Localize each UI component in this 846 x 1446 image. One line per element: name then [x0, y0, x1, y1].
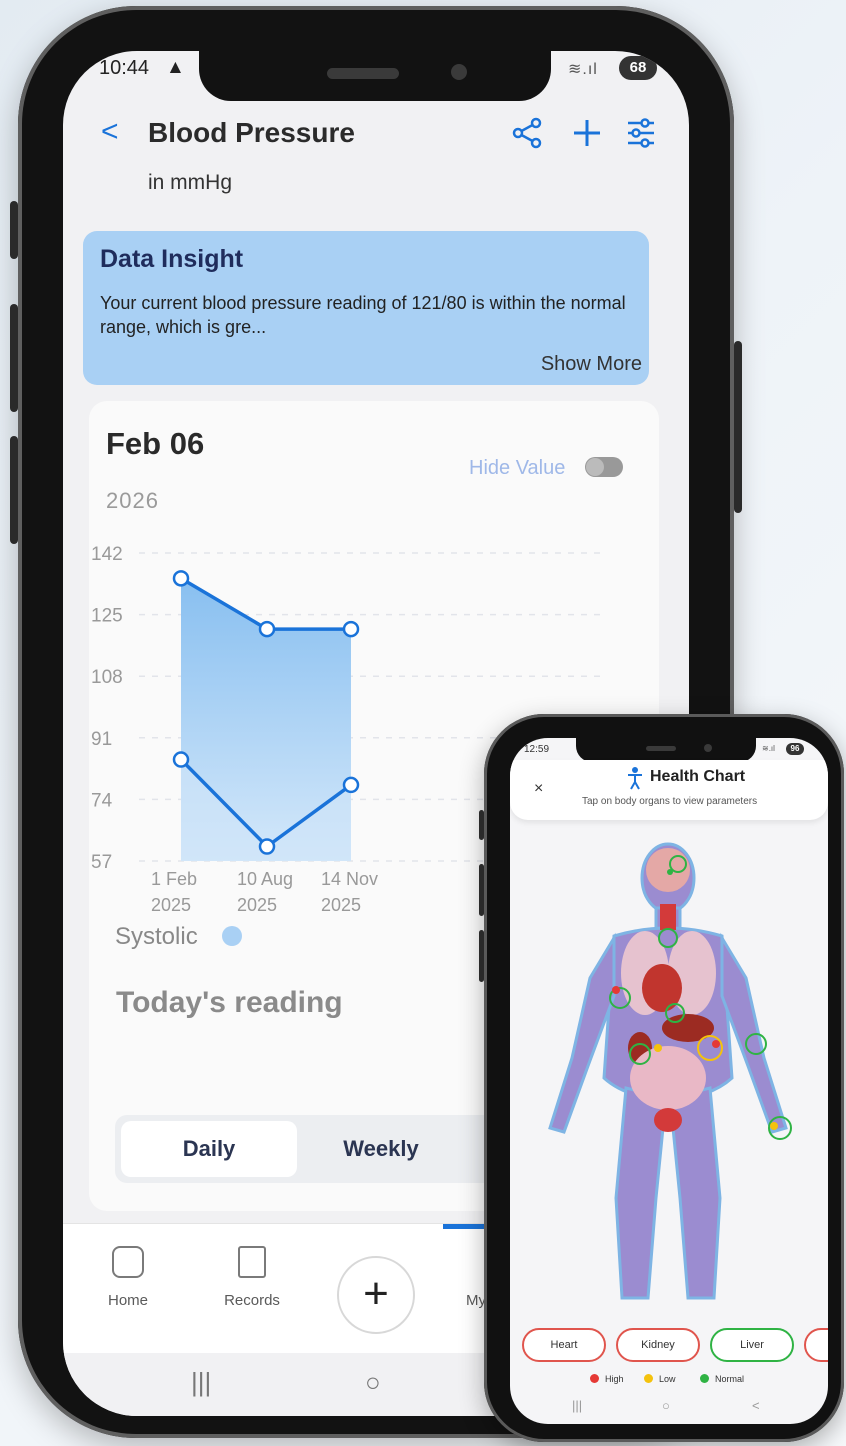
legend-label-systolic: Systolic [115, 923, 198, 950]
y-tick-label: 57 [91, 852, 112, 873]
volume-down-button [479, 930, 484, 982]
nav-home-label: Home [107, 1292, 148, 1309]
marker-normal-dot [667, 869, 673, 875]
legend-normal: Normal [700, 1374, 744, 1384]
data-point [342, 620, 360, 638]
y-tick-label: 125 [91, 606, 123, 627]
data-point [172, 570, 190, 587]
organ-button-heart[interactable]: Heart [522, 1328, 606, 1362]
status-time: 12:59 [524, 744, 550, 755]
warning-icon: ▲ [166, 57, 185, 78]
back-button[interactable]: < [101, 115, 119, 149]
notch [576, 738, 756, 762]
organ-button-liver[interactable]: Liver [710, 1328, 794, 1362]
data-point [172, 751, 190, 768]
page-title: Blood Pressure [148, 117, 355, 148]
volume-up-button [479, 864, 484, 916]
recent-apps-button[interactable]: ||| [572, 1398, 582, 1413]
battery-indicator: 96 [786, 743, 804, 755]
legend-low-dot [644, 1374, 653, 1383]
nav-records[interactable]: Records [207, 1224, 297, 1309]
tab-weekly[interactable]: Weekly [301, 1121, 461, 1177]
hide-value-toggle[interactable] [585, 457, 623, 477]
legend-normal-dot [700, 1374, 709, 1383]
organ-button-kidney[interactable]: Kidney [616, 1328, 700, 1362]
notch [199, 51, 551, 101]
x-tick-label: 14 Nov [321, 869, 378, 889]
side-button [479, 810, 484, 840]
volume-down-button [10, 436, 18, 544]
data-point [258, 620, 276, 638]
volume-up-button [10, 304, 18, 412]
show-more-link[interactable]: Show More [541, 353, 642, 376]
system-home-button[interactable]: ○ [662, 1398, 670, 1413]
bladder [654, 1108, 682, 1132]
share-icon[interactable] [509, 115, 545, 151]
x-tick-label: 1 Feb [151, 869, 197, 889]
legend-high-label: High [605, 1374, 624, 1384]
power-button [734, 341, 742, 513]
system-home-button[interactable]: ○ [365, 1367, 381, 1398]
home-icon [112, 1246, 144, 1278]
marker-high-dot [612, 986, 620, 994]
status-time: 10:44 [99, 57, 150, 79]
y-tick-label: 91 [91, 729, 112, 750]
x-tick-label: 10 Aug [237, 869, 293, 889]
signal-icon: ≋.ıl [762, 744, 775, 753]
liver [662, 1014, 714, 1042]
x-tick-label: 2025 [321, 895, 361, 915]
marker-low-dot [770, 1122, 778, 1130]
system-back-button[interactable]: < [752, 1398, 760, 1413]
health-screen: 12:59 ≋.ıl 96 × Health Chart Tap on body… [510, 738, 828, 1424]
add-record-button[interactable]: + [337, 1256, 415, 1334]
health-chart-title: Health Chart [650, 768, 746, 785]
hide-value-label: Hide Value [469, 457, 566, 479]
add-icon[interactable] [569, 115, 605, 151]
insight-body: Your current blood pressure reading of 1… [100, 293, 626, 337]
selected-year: 2026 [106, 488, 159, 513]
throat [660, 904, 676, 930]
body-anatomy-illustration[interactable] [510, 828, 828, 1318]
health-phone-frame: 12:59 ≋.ıl 96 × Health Chart Tap on body… [479, 714, 844, 1442]
battery-indicator: 68 [619, 56, 657, 80]
legend-low-label: Low [659, 1374, 676, 1384]
side-button [10, 201, 18, 259]
legend-high-dot [590, 1374, 599, 1383]
data-point [342, 776, 360, 794]
x-tick-label: 2025 [151, 895, 191, 915]
recent-apps-button[interactable]: ||| [191, 1367, 211, 1398]
todays-reading-heading: Today's reading [116, 986, 343, 1019]
data-point [258, 838, 276, 855]
marker-high-dot [712, 1040, 720, 1048]
data-insight-card: Data Insight Your current blood pressure… [83, 231, 649, 385]
legend-swatch-systolic [222, 926, 242, 946]
insight-title: Data Insight [100, 245, 244, 273]
nav-home[interactable]: Home [93, 1224, 163, 1309]
unit-subtitle: in mmHg [148, 171, 233, 194]
tab-daily[interactable]: Daily [121, 1121, 297, 1177]
health-chart-subtitle: Tap on body organs to view parameters [582, 796, 758, 807]
document-icon [238, 1246, 266, 1278]
organ-button-more[interactable] [804, 1328, 828, 1362]
y-tick-label: 74 [91, 790, 113, 811]
nav-my-label[interactable]: My [466, 1292, 486, 1309]
filter-icon[interactable] [623, 115, 659, 151]
intestines [630, 1046, 706, 1110]
marker-low-dot [654, 1044, 662, 1052]
legend-high: High [590, 1374, 624, 1384]
y-tick-label: 142 [91, 544, 123, 565]
health-chart-header: × Health Chart Tap on body organs to vie… [510, 760, 828, 820]
close-button[interactable]: × [534, 780, 543, 798]
y-tick-label: 108 [91, 667, 123, 688]
toggle-knob [586, 458, 604, 476]
legend-low: Low [644, 1374, 676, 1384]
nav-records-label: Records [224, 1292, 280, 1309]
person-icon [628, 767, 642, 790]
signal-icon: ≋.ıl [568, 61, 598, 78]
legend-normal-label: Normal [715, 1374, 745, 1384]
selected-date: Feb 06 [106, 426, 205, 461]
x-tick-label: 2025 [237, 895, 277, 915]
